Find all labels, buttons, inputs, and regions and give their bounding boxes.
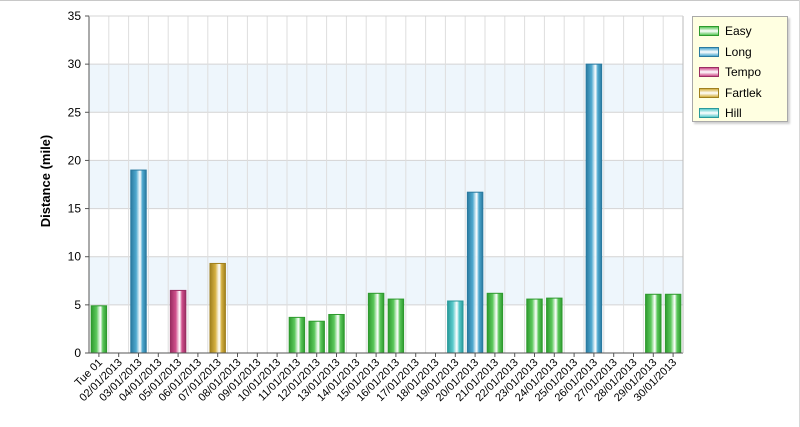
bar-easy-28[interactable] bbox=[645, 293, 662, 354]
bar-long-19[interactable] bbox=[466, 191, 484, 354]
bar-easy-11[interactable] bbox=[308, 320, 325, 354]
legend-item-fartlek[interactable]: Fartlek bbox=[699, 83, 781, 104]
y-tick-label: 0 bbox=[74, 346, 81, 360]
bar-easy-12[interactable] bbox=[328, 313, 345, 354]
legend-item-hill[interactable]: Hill bbox=[699, 103, 781, 124]
bar-hill-18[interactable] bbox=[447, 300, 464, 354]
y-tick-label: 35 bbox=[68, 9, 82, 23]
bar-easy-15[interactable] bbox=[387, 298, 405, 354]
legend-swatch bbox=[699, 67, 719, 78]
bar-easy-14[interactable] bbox=[367, 292, 385, 354]
bar-easy-23[interactable] bbox=[546, 297, 563, 354]
y-tick-label: 10 bbox=[68, 250, 82, 264]
legend-swatch bbox=[699, 87, 719, 98]
bar-chart: 0 5 10 15 20 25 30 35 Tue 0102/01/201303/01/201… bbox=[38, 9, 684, 404]
y-tick-label: 20 bbox=[68, 153, 82, 167]
legend-label: Hill bbox=[725, 106, 742, 121]
bar-fartlek-6[interactable] bbox=[209, 262, 226, 354]
bar-easy-22[interactable] bbox=[526, 298, 543, 354]
legend-swatch bbox=[699, 108, 719, 119]
bar-easy-10[interactable] bbox=[288, 316, 306, 354]
y-axis-label: Distance (mile) bbox=[38, 135, 53, 227]
y-tick-label: 5 bbox=[74, 298, 81, 312]
y-tick-label: 25 bbox=[68, 105, 82, 119]
y-tick-label: 15 bbox=[68, 202, 82, 216]
legend-label: Fartlek bbox=[725, 85, 762, 100]
legend-label: Long bbox=[725, 44, 752, 59]
chart-frame: 0 5 10 15 20 25 30 35 Tue 01 02/01/2013 03/01/201… bbox=[0, 0, 800, 427]
y-tick-label: 30 bbox=[68, 57, 82, 71]
bar-tempo-4[interactable] bbox=[169, 289, 187, 354]
legend: Easy Long Tempo Fartlek Hill bbox=[692, 16, 788, 122]
legend-label: Tempo bbox=[725, 65, 762, 80]
bar-easy-20[interactable] bbox=[486, 292, 504, 354]
legend-item-easy[interactable]: Easy bbox=[699, 21, 781, 42]
legend-swatch bbox=[699, 46, 719, 57]
bar-long-2[interactable] bbox=[130, 169, 147, 354]
bar-easy-0[interactable] bbox=[90, 305, 108, 354]
legend-swatch bbox=[699, 26, 719, 37]
legend-label: Easy bbox=[725, 24, 752, 39]
legend-item-long[interactable]: Long bbox=[699, 42, 781, 63]
legend-item-tempo[interactable]: Tempo bbox=[699, 62, 781, 83]
y-tick-labels: 0 5 10 15 20 25 30 35 bbox=[68, 9, 82, 360]
x-tick-labels: Tue 0102/01/201303/01/201304/01/201305/0… bbox=[73, 357, 680, 404]
bar-easy-29[interactable] bbox=[664, 293, 682, 354]
bar-long-25[interactable] bbox=[585, 63, 603, 354]
